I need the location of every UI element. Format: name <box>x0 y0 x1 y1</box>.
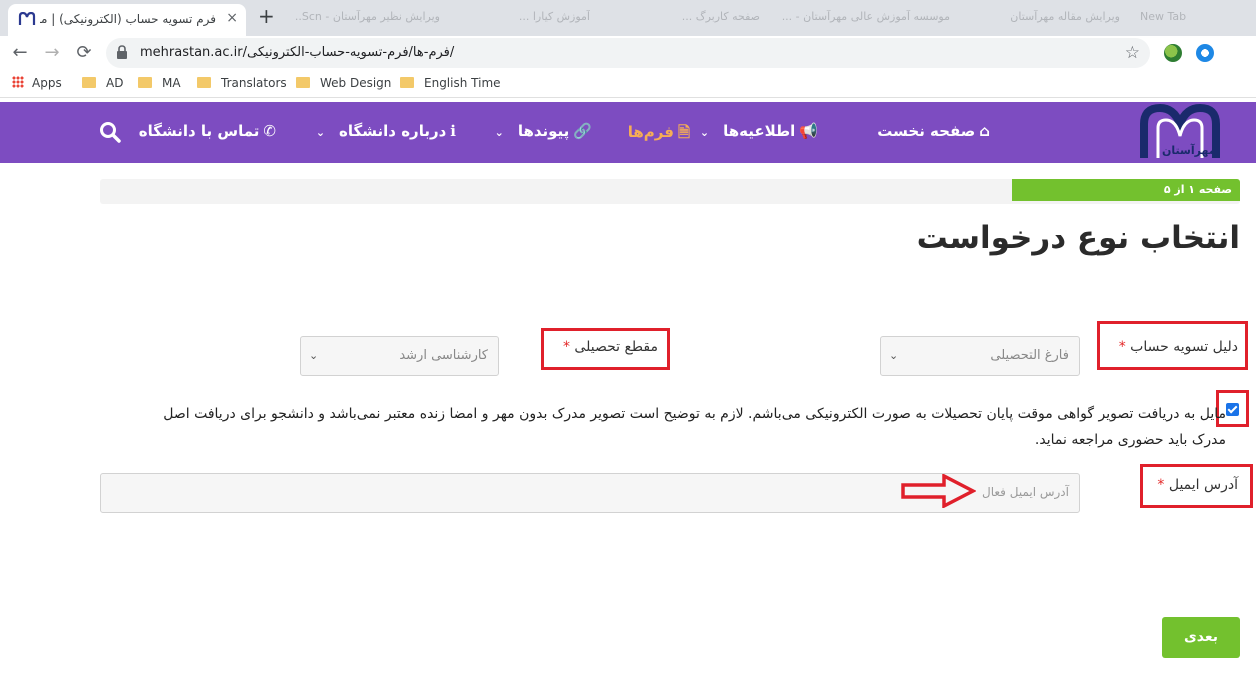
bookmark-apps[interactable]: Apps <box>12 76 62 90</box>
form-progress-bar: صفحه ۱ از ۵ <box>100 179 1240 204</box>
site-navbar: مهرآستان ⌂صفحه نخست 📢اطلاعیه‌ها⌄ 🗎فرم‌ها… <box>0 102 1256 163</box>
internet-explorer-icon[interactable] <box>1196 44 1214 62</box>
bookmark-star-icon[interactable]: ☆ <box>1125 43 1140 63</box>
megaphone-icon: 📢 <box>799 122 818 140</box>
chevron-down-icon: ⌄ <box>494 126 504 139</box>
document-icon: 🗎 <box>677 123 690 141</box>
folder-icon <box>400 77 414 88</box>
search-icon[interactable] <box>98 120 122 144</box>
background-tab[interactable]: ویرایش مقاله مهرآستان <box>970 10 1120 28</box>
tab-close-icon[interactable]: × <box>226 10 238 26</box>
degree-label: مقطع تحصیلی * <box>562 339 658 355</box>
apps-grid-icon <box>12 76 24 88</box>
email-placeholder: آدرس ایمیل فعال <box>982 485 1069 499</box>
logo-text: مهرآستان <box>1162 144 1216 157</box>
required-mark: * <box>1118 339 1126 355</box>
required-mark: * <box>562 339 570 355</box>
site-favicon-icon <box>18 12 36 25</box>
folder-icon <box>296 77 310 88</box>
background-tab[interactable]: صفحه کاربرگ ... <box>610 10 760 28</box>
bookmark-folder-english-time[interactable]: English Time <box>400 76 501 90</box>
bookmark-folder-ad[interactable]: AD <box>82 76 123 90</box>
extension-globe-icon[interactable] <box>1164 44 1182 62</box>
back-arrow-icon[interactable]: ← <box>8 42 32 64</box>
degree-select[interactable]: کارشناسی ارشد ⌄ <box>300 336 499 376</box>
bookmark-label: AD <box>106 76 124 90</box>
lock-icon <box>117 45 127 59</box>
nav-links[interactable]: 🔗پیوندها⌄ <box>495 122 592 140</box>
phone-icon: ✆ <box>263 122 276 140</box>
info-icon: ℹ <box>450 122 456 140</box>
home-icon: ⌂ <box>979 122 990 140</box>
background-tab[interactable]: موسسه آموزش عالی مهرآستان - ... <box>780 10 950 28</box>
page-title: انتخاب نوع درخواست <box>916 220 1240 256</box>
reload-icon[interactable]: ⟳ <box>72 42 96 64</box>
browser-toolbar: ← → ⟳ mehrastan.ac.ir/فرم-ها/فرم-تسویه-ح… <box>0 36 1256 70</box>
progress-label: صفحه ۱ از ۵ <box>1163 183 1232 196</box>
background-tabs: ویرایش نظیر مهرآستان - Scn.. آموزش کیارا… <box>290 4 1256 34</box>
url-text: mehrastan.ac.ir/فرم-ها/فرم-تسویه-حساب-ال… <box>140 45 455 60</box>
bookmark-folder-ma[interactable]: MA <box>138 76 181 90</box>
site-logo[interactable]: مهرآستان <box>1134 102 1230 162</box>
bookmarks-bar: Apps AD MA Translators Web Design Englis… <box>0 70 1256 98</box>
nav-about[interactable]: ℹدرباره دانشگاه⌄ <box>316 122 456 140</box>
reason-selected-value: فارغ التحصیلی <box>990 348 1069 363</box>
address-bar[interactable]: mehrastan.ac.ir/فرم-ها/فرم-تسویه-حساب-ال… <box>106 38 1150 68</box>
nav-home[interactable]: ⌂صفحه نخست <box>877 122 990 140</box>
browser-tab-active[interactable]: فرم تسویه حساب (الکترونیکی) | موسسه آمو … <box>8 4 246 36</box>
degree-selected-value: کارشناسی ارشد <box>399 348 488 363</box>
background-tab[interactable]: ویرایش نظیر مهرآستان - Scn.. <box>290 10 440 28</box>
chevron-down-icon: ⌄ <box>699 126 710 139</box>
chevron-down-icon: ⌄ <box>889 349 899 362</box>
link-icon: 🔗 <box>573 122 592 140</box>
chevron-down-icon: ⌄ <box>315 126 326 139</box>
forward-arrow-icon[interactable]: → <box>40 42 64 64</box>
pointer-arrow-icon <box>901 474 976 508</box>
nav-contact[interactable]: ✆تماس با دانشگاه <box>139 122 276 140</box>
email-label: آدرس ایمیل * <box>1157 477 1238 493</box>
reason-select[interactable]: فارغ التحصیلی ⌄ <box>880 336 1080 376</box>
folder-icon <box>138 77 152 88</box>
browser-tab-bar: فرم تسویه حساب (الکترونیکی) | موسسه آمو … <box>0 0 1256 36</box>
nav-forms[interactable]: 🗎فرم‌ها <box>628 122 690 147</box>
folder-icon <box>197 77 211 88</box>
nav-announcements[interactable]: 📢اطلاعیه‌ها⌄ <box>700 122 818 140</box>
bookmark-folder-web-design[interactable]: Web Design <box>296 76 391 90</box>
background-tab[interactable]: New Tab <box>1140 10 1240 28</box>
bookmark-label: MA <box>162 76 181 90</box>
next-button[interactable]: بعدی <box>1162 617 1240 658</box>
bookmark-label: English Time <box>424 76 501 90</box>
required-mark: * <box>1157 477 1165 493</box>
new-tab-button[interactable]: + <box>258 6 275 26</box>
reason-label: دلیل تسویه حساب * <box>1118 339 1238 355</box>
bookmark-label: Translators <box>221 76 287 90</box>
tab-title: فرم تسویه حساب (الکترونیکی) | موسسه آمو <box>40 12 216 26</box>
folder-icon <box>82 77 96 88</box>
consent-text: مایل به دریافت تصویر گواهی موقت پایان تح… <box>163 406 1226 448</box>
consent-checkbox[interactable] <box>1226 403 1239 416</box>
bookmark-label: Apps <box>32 76 62 90</box>
chevron-down-icon: ⌄ <box>309 349 319 362</box>
bookmark-label: Web Design <box>320 76 392 90</box>
bookmark-folder-translators[interactable]: Translators <box>197 76 287 90</box>
progress-fill: صفحه ۱ از ۵ <box>1012 179 1240 201</box>
background-tab[interactable]: آموزش کیارا ... <box>460 10 590 28</box>
